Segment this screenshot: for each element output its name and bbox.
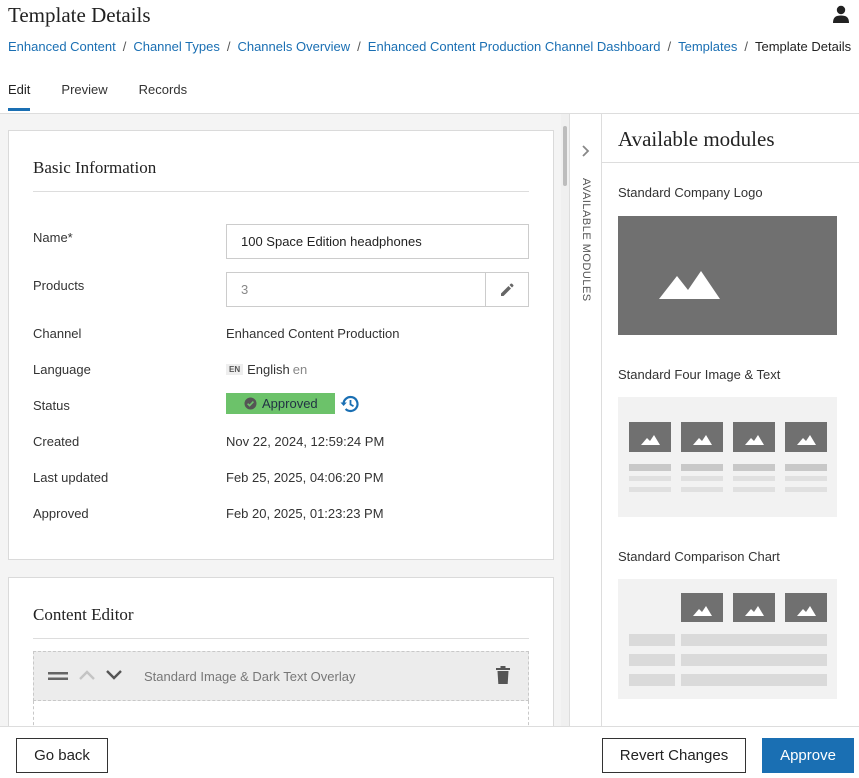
language-name: English: [247, 362, 290, 377]
breadcrumb: Enhanced Content / Channel Types / Channels …: [8, 39, 851, 54]
breadcrumb-link-channel-types[interactable]: Channel Types: [133, 39, 220, 54]
products-value: 3: [241, 282, 249, 297]
breadcrumb-link-enhanced-content[interactable]: Enhanced Content: [8, 39, 116, 54]
check-circle-icon: [244, 397, 257, 410]
approved-value: Feb 20, 2025, 01:23:23 PM: [226, 506, 384, 521]
tab-preview[interactable]: Preview: [61, 78, 107, 111]
content-editor-title: Content Editor: [33, 605, 134, 624]
tab-bar: Edit Preview Records: [8, 78, 218, 111]
breadcrumb-separator: /: [122, 39, 127, 54]
module-title-four-image-text: Standard Four Image & Text: [618, 367, 781, 382]
products-field: 3: [226, 272, 529, 307]
language-badge: EN: [226, 364, 244, 375]
name-label: Name*: [33, 230, 73, 245]
history-icon[interactable]: [339, 393, 361, 415]
breadcrumb-separator: /: [226, 39, 231, 54]
footer-bar: Go back Revert Changes Approve: [0, 726, 859, 778]
module-title-company-logo: Standard Company Logo: [618, 185, 763, 200]
status-label: Status: [33, 398, 70, 413]
name-input[interactable]: 100 Space Edition headphones: [226, 224, 529, 259]
chevron-up-icon[interactable]: [78, 668, 96, 682]
revert-changes-button[interactable]: Revert Changes: [602, 738, 746, 773]
main-scrollbar-track[interactable]: [561, 114, 569, 726]
approve-button[interactable]: Approve: [762, 738, 854, 773]
approved-label: Approved: [33, 506, 89, 521]
breadcrumb-link-channels-overview[interactable]: Channels Overview: [237, 39, 350, 54]
language-label: Language: [33, 362, 91, 377]
go-back-button[interactable]: Go back: [16, 738, 108, 773]
breadcrumb-separator: /: [667, 39, 672, 54]
content-editor-card: Content Editor Standard Image & Dark Tex…: [8, 577, 554, 726]
language-code: en: [292, 362, 308, 377]
language-value: EN English en: [226, 362, 307, 377]
module-thumbnail-comparison-chart[interactable]: [618, 579, 837, 699]
products-label: Products: [33, 278, 85, 293]
created-value: Nov 22, 2024, 12:59:24 PM: [226, 434, 385, 449]
page-title: Template Details: [8, 3, 151, 27]
pencil-icon: [501, 283, 514, 296]
module-thumbnail-four-image-text[interactable]: [618, 397, 837, 517]
available-modules-panel: Available modules Standard Company Logo …: [602, 114, 859, 726]
drag-handle-icon[interactable]: [48, 669, 68, 683]
tab-records[interactable]: Records: [139, 78, 187, 111]
user-icon[interactable]: [831, 4, 851, 24]
last-updated-value: Feb 25, 2025, 04:06:20 PM: [226, 470, 384, 485]
created-label: Created: [33, 434, 80, 449]
divider: [33, 191, 529, 192]
available-modules-title: Available modules: [618, 127, 775, 151]
module-name: Standard Image & Dark Text Overlay: [144, 669, 356, 684]
edit-products-button[interactable]: [485, 273, 528, 306]
basic-information-card: Basic Information Name* 100 Space Editio…: [8, 130, 554, 560]
available-modules-toggle-label: AVAILABLE MODULES: [580, 178, 592, 302]
channel-value: Enhanced Content Production: [226, 326, 400, 341]
chevron-right-icon: [582, 145, 590, 157]
module-drop-area: [33, 701, 529, 726]
basic-information-title: Basic Information: [33, 158, 157, 177]
breadcrumb-current: Template Details: [755, 39, 852, 54]
tab-edit[interactable]: Edit: [8, 78, 31, 111]
page-header: Template Details Enhanced Content / Channe…: [0, 0, 859, 114]
main-content: Basic Information Name* 100 Space Editio…: [0, 114, 569, 726]
module-row[interactable]: Standard Image & Dark Text Overlay: [33, 651, 529, 701]
chevron-down-icon[interactable]: [105, 668, 123, 682]
available-modules-toggle[interactable]: AVAILABLE MODULES: [569, 114, 602, 726]
status-badge: Approved: [226, 393, 335, 414]
main-scrollbar-thumb[interactable]: [563, 126, 567, 186]
breadcrumb-link-templates[interactable]: Templates: [678, 39, 737, 54]
module-thumbnail-company-logo[interactable]: [618, 216, 837, 335]
breadcrumb-separator: /: [357, 39, 361, 54]
breadcrumb-separator: /: [744, 39, 748, 54]
last-updated-label: Last updated: [33, 470, 109, 485]
module-title-comparison-chart: Standard Comparison Chart: [618, 549, 780, 564]
channel-label: Channel: [33, 326, 82, 341]
breadcrumb-link-channel-dashboard[interactable]: Enhanced Content Production Channel Dash…: [368, 39, 661, 54]
divider: [33, 638, 529, 639]
status-text: Approved: [262, 396, 318, 411]
trash-icon[interactable]: [495, 666, 511, 685]
divider: [602, 162, 859, 163]
